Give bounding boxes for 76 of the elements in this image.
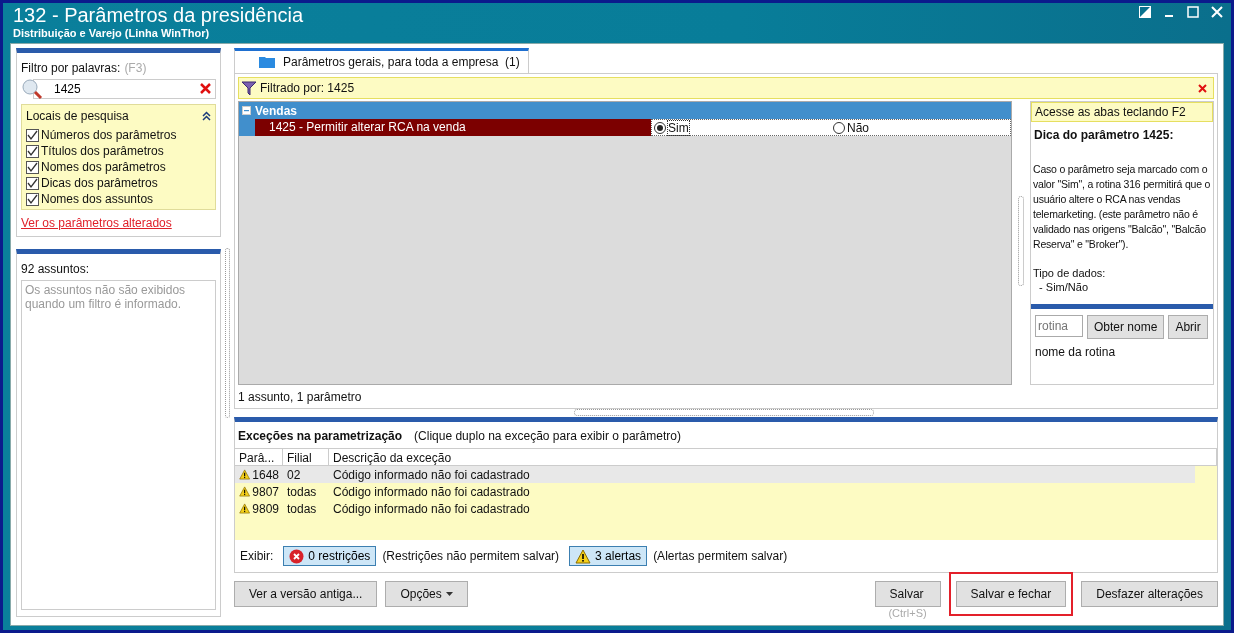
checkbox-label: Nomes dos assuntos <box>41 192 154 206</box>
warning-icon <box>239 501 251 516</box>
funnel-icon <box>242 80 256 96</box>
exception-row[interactable]: 1648 02 Código informado não foi cadastrado <box>235 466 1195 483</box>
shortcut-hint: (F3) <box>124 61 147 75</box>
column-header[interactable]: Parâ... <box>235 449 283 465</box>
shortcut-hint: (Ctrl+S) <box>888 607 927 619</box>
button[interactable]: Salvar e fechar <box>955 581 1067 607</box>
show-label: Exibir: <box>240 549 274 563</box>
subjects-count: 92 assuntos: <box>21 262 91 276</box>
checkbox[interactable] <box>26 128 39 142</box>
parameter-name[interactable]: 1425 - Permitir alterar RCA na venda <box>255 119 651 136</box>
checkbox-label: Nomes dos parâmetros <box>41 160 166 174</box>
table-cell: Código informado não foi cadastrado <box>333 467 530 482</box>
routine-button[interactable]: Abrir <box>1168 315 1208 339</box>
search-field[interactable]: 1425 <box>33 79 216 99</box>
folder-icon <box>259 56 275 68</box>
filter-label: Filtro por palavras: <box>21 61 121 75</box>
tab-hint: Acesse as abas teclando F2 <box>1031 102 1213 122</box>
table-cell: todas <box>287 501 317 516</box>
alerts-note: (Alertas permitem salvar) <box>653 549 788 563</box>
error-icon <box>289 548 305 564</box>
table-cell: todas <box>287 484 317 499</box>
subjects-message: Os assuntos não são exibidos quando um filtro é informado. <box>21 280 216 610</box>
button[interactable]: Ver a versão antiga... <box>234 581 378 607</box>
checkbox[interactable] <box>26 160 39 174</box>
radio-label: Sim <box>668 120 689 135</box>
restrictions-note: (Restrições não permitem salvar) <box>382 549 560 563</box>
checkbox[interactable] <box>26 192 39 206</box>
exceptions-title: Exceções na parametrização <box>238 429 403 443</box>
routine-name: nome da rotina <box>1035 345 1117 359</box>
warning-icon <box>239 484 251 499</box>
tip-title: Dica do parâmetro 1425: <box>1033 127 1175 142</box>
tab[interactable]: Parâmetros gerais, para toda a empresa (1) <box>234 48 529 73</box>
exception-row[interactable]: 9809 todas Código informado não foi cadastrado <box>235 500 1217 517</box>
checkbox-label: Títulos dos parâmetros <box>41 144 164 158</box>
routine-field[interactable]: rotina <box>1035 315 1083 337</box>
checkbox[interactable] <box>26 144 39 158</box>
window-subtitle: Distribuição e Varejo (Linha WinThor) <box>13 27 211 40</box>
close-icon[interactable] <box>1211 6 1223 18</box>
collapse-icon[interactable] <box>202 111 211 121</box>
search-icon <box>21 78 43 100</box>
tip-text: Caso o parâmetro seja marcado com o valor "Sim", a rotina 316 permitirá que o usuário altere o RCA nas vendas telemarketing. (este parâmetro não é validado nas origens "Balcão", "Balcão Reserva" e "Broker"). <box>1032 162 1212 252</box>
filter-text: Filtrado por: 1425 <box>260 81 355 95</box>
exceptions-hint: (Clique duplo na exceção para exibir o parâmetro) <box>414 429 681 443</box>
restrictions-toggle[interactable]: 0 restrições <box>283 546 377 566</box>
column-header[interactable]: Descrição da exceção <box>329 449 1217 465</box>
exception-row[interactable]: 9807 todas Código informado não foi cadastrado <box>235 483 1217 500</box>
menu-button[interactable]: Opções <box>385 581 468 607</box>
checkbox[interactable] <box>26 176 39 190</box>
table-cell: 9809 <box>252 501 279 516</box>
clear-icon[interactable] <box>1198 83 1207 93</box>
status-text: 1 assunto, 1 parâmetro <box>238 389 363 405</box>
checkbox-label: Números dos parâmetros <box>41 128 177 142</box>
changed-parameters-link[interactable]: Ver os parâmetros alterados <box>21 216 216 230</box>
data-type-text: Tipo de dados: - Sim/Não <box>1032 266 1107 294</box>
radio-label: Não <box>847 120 869 135</box>
column-header[interactable]: Filial <box>283 449 329 465</box>
table-cell: Código informado não foi cadastrado <box>333 484 530 499</box>
table-cell: 9807 <box>252 484 279 499</box>
alerts-toggle[interactable]: 3 alertas <box>569 546 648 566</box>
button[interactable]: Desfazer alterações <box>1081 581 1218 607</box>
clear-icon[interactable] <box>200 83 211 94</box>
warning-icon <box>575 548 592 564</box>
routine-button[interactable]: Obter nome <box>1087 315 1165 339</box>
table-cell: Código informado não foi cadastrado <box>333 501 530 516</box>
restore-layout-icon[interactable] <box>1139 6 1151 18</box>
maximize-icon[interactable] <box>1187 6 1199 18</box>
section-title: Locais de pesquisa <box>26 109 129 123</box>
table-cell: 02 <box>287 467 301 482</box>
warning-icon <box>239 467 251 482</box>
checkbox-label: Dicas dos parâmetros <box>41 176 158 190</box>
window-title: 132 - Parâmetros da presidência <box>13 3 304 27</box>
caret-icon <box>445 592 453 596</box>
table-cell: 1648 <box>252 467 279 482</box>
button[interactable]: Salvar <box>874 581 941 607</box>
